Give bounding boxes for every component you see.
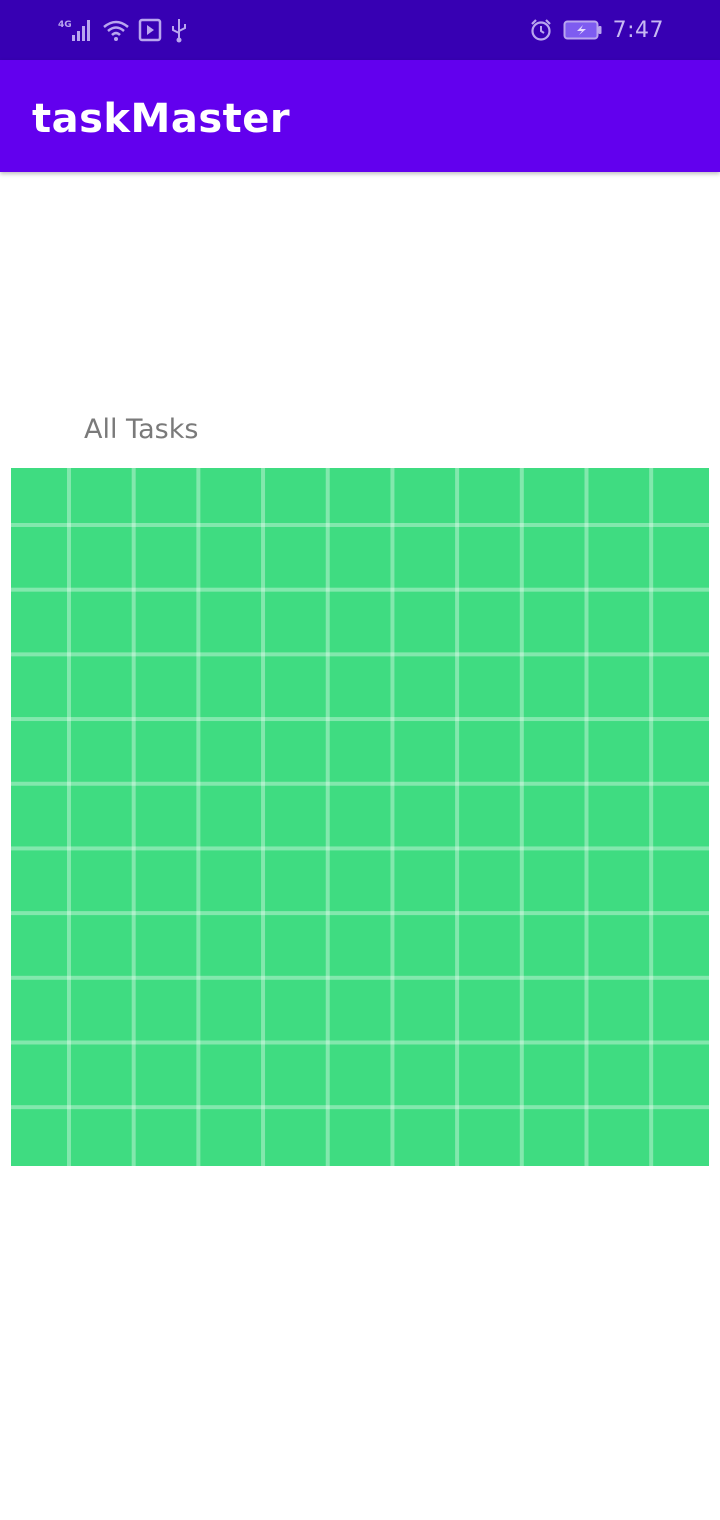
alarm-icon <box>529 18 553 42</box>
app-title: taskMaster <box>32 96 291 142</box>
screen-cast-icon <box>138 18 162 42</box>
signal-icon: 4G <box>58 18 94 42</box>
usb-icon <box>170 17 188 43</box>
status-icons-left: 4G <box>58 16 188 44</box>
wifi-icon <box>102 18 130 42</box>
status-bar: 4G 7:47 <box>0 0 720 60</box>
status-icons-right: 7:47 <box>529 16 664 44</box>
network-type-label: 4G <box>58 20 72 30</box>
app-bar: taskMaster <box>0 60 720 172</box>
status-clock: 7:47 <box>612 17 664 43</box>
battery-charging-icon <box>563 19 603 41</box>
task-placeholder-image <box>11 468 709 1166</box>
all-tasks-label: All Tasks <box>84 414 199 445</box>
